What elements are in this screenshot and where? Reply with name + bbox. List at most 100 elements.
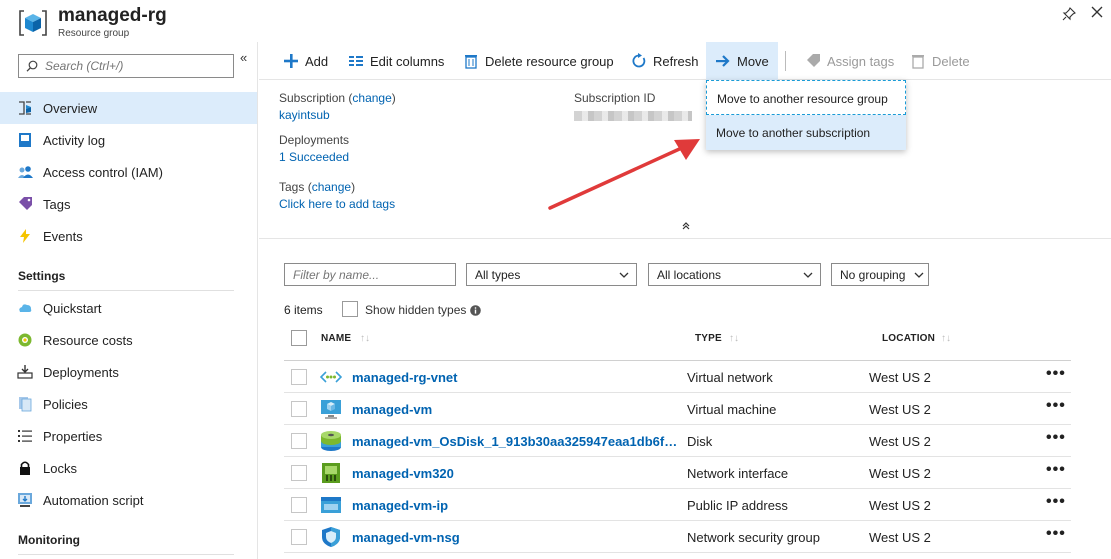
search-icon <box>26 60 38 72</box>
sidebar-item-label: Events <box>43 229 83 244</box>
sidebar-item-policies[interactable]: Policies <box>0 388 257 420</box>
column-header-location[interactable]: LOCATION <box>882 333 935 344</box>
add-button[interactable]: Add <box>283 42 328 80</box>
move-to-subscription-item[interactable]: Move to another subscription <box>706 115 906 150</box>
sidebar-item-properties[interactable]: Properties <box>0 420 257 452</box>
more-options-icon[interactable]: ••• <box>1046 429 1066 447</box>
location-filter-select[interactable]: All locations <box>648 263 821 286</box>
resource-location: West US 2 <box>869 402 931 417</box>
search-box[interactable] <box>18 54 234 78</box>
edit-columns-button[interactable]: Edit columns <box>348 42 444 80</box>
subscription-id-label: Subscription ID <box>574 91 656 105</box>
deployments-icon <box>17 365 33 379</box>
resource-name-link[interactable]: managed-vm-nsg <box>352 530 680 545</box>
resource-name-link[interactable]: managed-vm <box>352 402 680 417</box>
vnet-icon <box>320 371 342 383</box>
arrow-right-icon <box>716 55 730 67</box>
resource-location: West US 2 <box>869 370 931 385</box>
row-checkbox[interactable] <box>291 401 307 417</box>
more-options-icon[interactable]: ••• <box>1046 365 1066 383</box>
column-header-type[interactable]: TYPE <box>695 333 722 344</box>
move-to-resource-group-item[interactable]: Move to another resource group <box>706 80 906 115</box>
pin-icon[interactable] <box>1062 7 1076 21</box>
change-tags-link[interactable]: change <box>312 180 351 194</box>
more-options-icon[interactable]: ••• <box>1046 397 1066 415</box>
refresh-icon <box>632 53 646 68</box>
resource-type: Network interface <box>687 466 789 481</box>
row-checkbox[interactable] <box>291 433 307 449</box>
disk-icon <box>321 431 341 451</box>
add-tags-link[interactable]: Click here to add tags <box>279 197 395 211</box>
sidebar-item-locks[interactable]: Locks <box>0 452 257 484</box>
resource-location: West US 2 <box>869 466 931 481</box>
table-row[interactable]: managed-vm320 Network interface West US … <box>284 457 1071 489</box>
deployments-value-link[interactable]: 1 Succeeded <box>279 150 349 164</box>
more-options-icon[interactable]: ••• <box>1046 493 1066 511</box>
resource-name-link[interactable]: managed-vm_OsDisk_1_913b30aa325947eaa1db… <box>352 434 680 449</box>
policies-icon <box>19 397 32 412</box>
column-header-name[interactable]: NAME <box>321 333 351 344</box>
subscription-label: Subscription (change) <box>279 91 396 105</box>
table-row[interactable]: managed-vm-ip Public IP address West US … <box>284 489 1071 521</box>
row-checkbox[interactable] <box>291 369 307 385</box>
vm-icon <box>321 400 341 419</box>
resource-type: Virtual network <box>687 370 773 385</box>
sidebar-item-overview[interactable]: Overview <box>0 92 257 124</box>
table-row[interactable]: managed-vm_OsDisk_1_913b30aa325947eaa1db… <box>284 425 1071 457</box>
sidebar-item-automation-script[interactable]: Automation script <box>0 484 257 516</box>
type-filter-select[interactable]: All types <box>466 263 637 286</box>
sidebar-item-label: Automation script <box>43 493 144 508</box>
sidebar-item-label: Access control (IAM) <box>43 165 163 180</box>
sort-icon[interactable]: ↑↓ <box>360 333 370 344</box>
search-input[interactable] <box>45 57 225 75</box>
sidebar: « Overview Activity log Access control (… <box>0 42 258 559</box>
resource-location: West US 2 <box>869 434 931 449</box>
refresh-button[interactable]: Refresh <box>631 42 699 80</box>
resource-name-link[interactable]: managed-rg-vnet <box>352 370 680 385</box>
tag-icon <box>19 197 32 210</box>
sidebar-item-label: Activity log <box>43 133 106 148</box>
resource-name-link[interactable]: managed-vm320 <box>352 466 680 481</box>
sidebar-item-quickstart[interactable]: Quickstart <box>0 292 257 324</box>
select-all-checkbox[interactable] <box>291 330 307 346</box>
table-row[interactable]: managed-vm Virtual machine West US 2 ••• <box>284 393 1071 425</box>
row-checkbox[interactable] <box>291 465 307 481</box>
filter-by-name-box[interactable] <box>284 263 456 286</box>
more-options-icon[interactable]: ••• <box>1046 525 1066 543</box>
events-icon <box>20 229 30 243</box>
grouping-select[interactable]: No grouping <box>831 263 929 286</box>
sidebar-item-iam[interactable]: Access control (IAM) <box>0 156 257 188</box>
sidebar-item-events[interactable]: Events <box>0 220 257 252</box>
delete-resource-group-button[interactable]: Delete resource group <box>463 42 614 80</box>
filter-by-name-input[interactable] <box>293 265 453 284</box>
subscription-value-link[interactable]: kayintsub <box>279 108 330 122</box>
resource-location: West US 2 <box>869 498 931 513</box>
more-options-icon[interactable]: ••• <box>1046 461 1066 479</box>
collapse-essentials-icon[interactable] <box>680 220 692 232</box>
change-subscription-link[interactable]: change <box>352 91 391 105</box>
resource-location: West US 2 <box>869 530 931 545</box>
sort-icon[interactable]: ↑↓ <box>941 333 951 344</box>
collapse-sidebar-icon[interactable]: « <box>240 50 247 65</box>
sidebar-item-deployments[interactable]: Deployments <box>0 356 257 388</box>
annotation-arrow-icon <box>548 139 700 210</box>
trash-icon <box>465 55 477 69</box>
sidebar-item-resource-costs[interactable]: Resource costs <box>0 324 257 356</box>
lock-icon <box>20 461 30 475</box>
resource-name-link[interactable]: managed-vm-ip <box>352 498 680 513</box>
row-checkbox[interactable] <box>291 529 307 545</box>
sidebar-item-activity-log[interactable]: Activity log <box>0 124 257 156</box>
sort-icon[interactable]: ↑↓ <box>729 333 739 344</box>
chevron-down-icon <box>619 272 629 278</box>
move-button[interactable]: Move <box>706 42 778 80</box>
table-row[interactable]: managed-rg-vnet Virtual network West US … <box>284 361 1071 393</box>
move-label: Move <box>737 53 769 69</box>
row-checkbox[interactable] <box>291 497 307 513</box>
table-row[interactable]: managed-vm-nsg Network security group We… <box>284 521 1071 553</box>
info-icon[interactable] <box>470 305 481 316</box>
show-hidden-types-checkbox[interactable] <box>342 301 358 317</box>
assign-tags-button[interactable]: Assign tags <box>805 42 894 80</box>
sidebar-item-tags[interactable]: Tags <box>0 188 257 220</box>
delete-button[interactable]: Delete <box>910 42 970 80</box>
close-icon[interactable] <box>1090 5 1104 19</box>
